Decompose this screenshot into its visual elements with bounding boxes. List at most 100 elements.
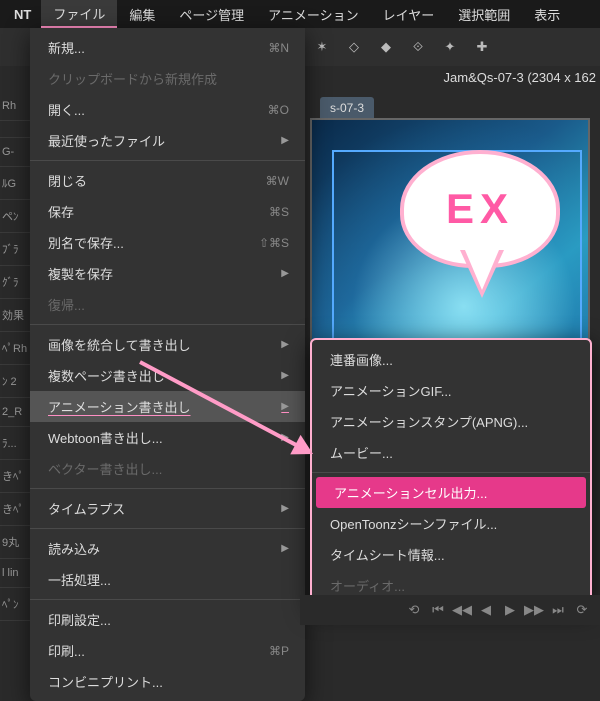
playback-button[interactable]: ◀ xyxy=(476,602,496,618)
submenu-item-label: アニメーションGIF... xyxy=(330,381,452,400)
menu-item[interactable]: コンビニプリント... xyxy=(30,666,305,697)
sidebar-item[interactable]: ｸﾞﾗ xyxy=(0,266,30,299)
sidebar-item[interactable]: 9丸 xyxy=(0,526,30,559)
menu-shortcut: ⇧⌘S xyxy=(259,236,289,250)
menu-item[interactable]: 新規... ⌘N xyxy=(30,32,305,63)
sidebar-item[interactable]: ペﾝ xyxy=(0,200,30,233)
wrench-icon[interactable]: ✚ xyxy=(470,35,494,59)
playback-button[interactable]: ⏭ xyxy=(548,602,568,618)
menu-selection[interactable]: 選択範囲 xyxy=(446,0,522,28)
menu-item-label: 印刷設定... xyxy=(48,610,111,629)
sidebar-item[interactable]: ﾍﾟﾝ xyxy=(0,588,30,621)
playback-button[interactable]: ⟲ xyxy=(404,602,424,618)
submenu-item[interactable]: アニメーションセル出力... xyxy=(316,477,586,508)
menu-item[interactable]: 保存⌘S xyxy=(30,196,305,227)
bucket-icon[interactable]: ◆ xyxy=(374,35,398,59)
menu-item: ベクター書き出し... xyxy=(30,453,305,484)
submenu-arrow-icon: ▶ xyxy=(281,503,289,514)
menu-view[interactable]: 表示 xyxy=(522,0,572,28)
sidebar-item[interactable]: G- xyxy=(0,138,30,167)
menu-item-label: 最近使ったファイル xyxy=(48,131,165,150)
left-sidebar: RhG-ﾙGペﾝﾌﾞﾗｸﾞﾗ効果ﾍﾟRhﾝ 22_Rﾗ...きﾍﾟきﾍﾟ9丸l … xyxy=(0,92,30,625)
menu-item-label: 複製を保存 xyxy=(48,264,113,283)
menu-item[interactable]: 閉じる⌘W xyxy=(30,165,305,196)
document-tab[interactable]: s-07-3 xyxy=(320,97,374,119)
submenu-arrow-icon: ▶ xyxy=(281,268,289,279)
submenu-item-label: OpenToonzシーンファイル... xyxy=(330,514,497,533)
submenu-item[interactable]: アニメーションGIF... xyxy=(312,375,590,406)
menu-item[interactable]: 最近使ったファイル ▶ xyxy=(30,125,305,156)
menu-shortcut: ⌘N xyxy=(268,41,289,55)
sidebar-item[interactable]: 2_R xyxy=(0,398,30,427)
playback-button[interactable]: ▶ xyxy=(500,602,520,618)
app-name: NT xyxy=(4,7,41,22)
ex-bubble-text: EX xyxy=(446,185,514,233)
sidebar-item[interactable]: ﾙG xyxy=(0,167,30,200)
sidebar-item[interactable]: きﾍﾟ xyxy=(0,460,30,493)
menu-separator xyxy=(30,324,305,325)
menu-edit[interactable]: 編集 xyxy=(117,0,167,28)
sidebar-item[interactable]: ﾌﾞﾗ xyxy=(0,233,30,266)
submenu-item[interactable]: アニメーションスタンプ(APNG)... xyxy=(312,406,590,437)
sidebar-item[interactable]: ﾗ... xyxy=(0,427,30,460)
menu-item-label: ベクター書き出し... xyxy=(48,459,162,478)
crop-icon[interactable]: ⟐ xyxy=(406,35,430,59)
menu-item[interactable]: 複製を保存 ▶ xyxy=(30,258,305,289)
menu-item-label: クリップボードから新規作成 xyxy=(48,69,217,88)
sidebar-item[interactable]: l lin xyxy=(0,559,30,588)
sidebar-item[interactable]: ﾍﾟRh xyxy=(0,332,30,365)
menu-separator xyxy=(312,472,590,473)
submenu-item-label: アニメーションセル出力... xyxy=(334,483,487,502)
submenu-item-label: アニメーションスタンプ(APNG)... xyxy=(330,412,528,431)
submenu-item[interactable]: 連番画像... xyxy=(312,344,590,375)
submenu-arrow-icon: ▶ xyxy=(281,401,289,412)
menu-item[interactable]: 画像を統合して書き出し▶ xyxy=(30,329,305,360)
submenu-item-label: タイムシート情報... xyxy=(330,545,445,564)
menu-item-label: 読み込み xyxy=(48,539,100,558)
sidebar-item[interactable]: 効果 xyxy=(0,299,30,332)
menu-item[interactable]: 印刷設定... xyxy=(30,604,305,635)
menu-shortcut: ⌘P xyxy=(269,644,289,658)
menu-file[interactable]: ファイル xyxy=(41,0,117,28)
menu-item[interactable]: 読み込み ▶ xyxy=(30,533,305,564)
menu-item: 復帰... xyxy=(30,289,305,320)
submenu-item[interactable]: タイムシート情報... xyxy=(312,539,590,570)
sidebar-item[interactable] xyxy=(0,121,30,138)
file-menu: 新規... ⌘N クリップボードから新規作成開く... ⌘O 最近使ったファイル ▶ 閉じる… xyxy=(30,28,305,701)
menu-layer[interactable]: レイヤー xyxy=(371,0,447,28)
menu-item-label: 開く... xyxy=(48,100,85,119)
menu-item-label: 印刷... xyxy=(48,641,85,660)
sparkle-icon[interactable]: ✦ xyxy=(438,35,462,59)
submenu-item[interactable]: OpenToonzシーンファイル... xyxy=(312,508,590,539)
menu-separator xyxy=(30,488,305,489)
playback-button[interactable]: ⏮ xyxy=(428,602,448,618)
menu-item[interactable]: 一括処理... xyxy=(30,564,305,595)
menu-separator xyxy=(30,160,305,161)
menu-item[interactable]: アニメーション書き出し ▶ xyxy=(30,391,305,422)
submenu-arrow-icon: ▶ xyxy=(281,543,289,554)
shape-icon[interactable]: ◇ xyxy=(342,35,366,59)
menu-item[interactable]: 別名で保存...⇧⌘S xyxy=(30,227,305,258)
menu-item-label: 新規... xyxy=(48,38,85,57)
menu-item-label: 複数ページ書き出し xyxy=(48,366,165,385)
menu-item-label: アニメーション書き出し xyxy=(48,397,190,416)
menu-separator xyxy=(30,528,305,529)
menu-item[interactable]: 開く... ⌘O xyxy=(30,94,305,125)
sidebar-item[interactable]: ﾝ 2 xyxy=(0,365,30,398)
playback-button[interactable]: ▶▶ xyxy=(524,602,544,618)
submenu-item[interactable]: ムービー... xyxy=(312,437,590,468)
menu-item[interactable]: タイムラプス▶ xyxy=(30,493,305,524)
menu-shortcut: ⌘O xyxy=(268,103,289,117)
document-info: Jam&Qs-07-3 (2304 x 162 xyxy=(444,70,596,85)
submenu-arrow-icon: ▶ xyxy=(281,135,289,146)
loading-icon[interactable]: ✶ xyxy=(310,35,334,59)
menu-page[interactable]: ページ管理 xyxy=(167,0,256,28)
sidebar-item[interactable]: きﾍﾟ xyxy=(0,493,30,526)
menu-item[interactable]: 印刷... ⌘P xyxy=(30,635,305,666)
ex-bubble-tail-inner xyxy=(465,250,499,290)
playback-button[interactable]: ◀◀ xyxy=(452,602,472,618)
menu-animation[interactable]: アニメーション xyxy=(256,0,370,28)
sidebar-item[interactable]: Rh xyxy=(0,92,30,121)
menu-separator xyxy=(30,599,305,600)
playback-button[interactable]: ⟳ xyxy=(572,602,592,618)
